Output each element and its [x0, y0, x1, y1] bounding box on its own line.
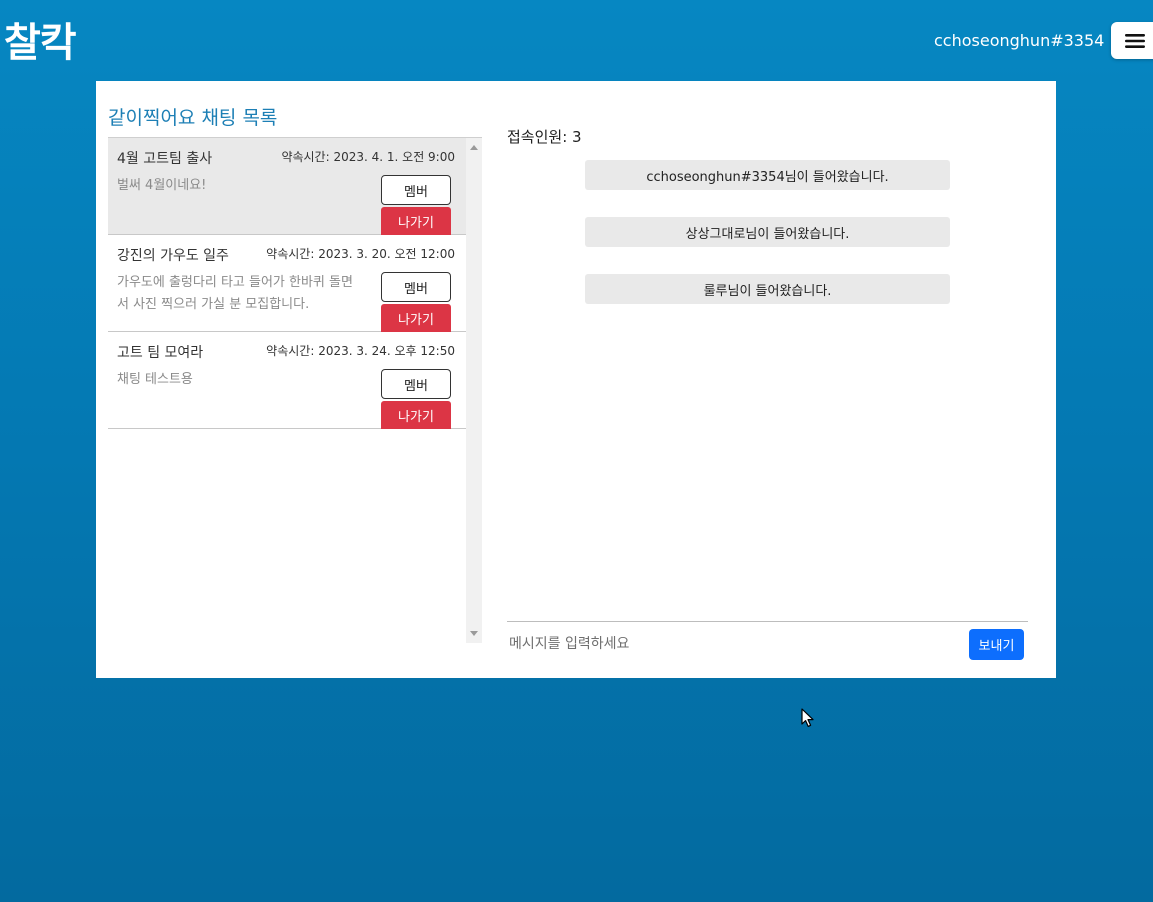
- room-description: 채팅 테스트용: [117, 372, 193, 387]
- chat-list-title: 같이찍어요 채팅 목록: [108, 107, 278, 129]
- room-name: 고트 팀 모여라: [117, 345, 204, 361]
- list-scrollbar[interactable]: [466, 138, 482, 643]
- leave-button[interactable]: 나가기: [381, 207, 451, 235]
- leave-button[interactable]: 나가기: [381, 401, 451, 429]
- participant-count: 접속인원: 3: [507, 128, 582, 146]
- leave-button[interactable]: 나가기: [381, 304, 451, 332]
- room-description: 벌써 4월이네요!: [117, 178, 207, 193]
- member-button[interactable]: 멤버: [381, 369, 451, 399]
- room-name: 강진의 가우도 일주: [117, 248, 229, 264]
- system-message: 상상그대로님이 들어왔습니다.: [585, 217, 950, 247]
- chat-room-item[interactable]: 4월 고트팀 출사 약속시간: 2023. 4. 1. 오전 9:00 벌써 4…: [108, 138, 466, 235]
- mouse-cursor-icon: [801, 708, 814, 727]
- chat-panel: 같이찍어요 채팅 목록 4월 고트팀 출사 약속시간: 2023. 4. 1. …: [96, 81, 1056, 678]
- scroll-up-arrow-icon[interactable]: [470, 145, 478, 150]
- room-time: 약속시간: 2023. 3. 20. 오전 12:00: [266, 247, 455, 261]
- chat-room-list: 4월 고트팀 출사 약속시간: 2023. 4. 1. 오전 9:00 벌써 4…: [108, 137, 482, 643]
- menu-button[interactable]: [1111, 22, 1153, 59]
- app-logo[interactable]: 찰칵: [4, 10, 77, 68]
- chat-room-list-scroll-area: 4월 고트팀 출사 약속시간: 2023. 4. 1. 오전 9:00 벌써 4…: [108, 138, 466, 643]
- message-input[interactable]: [507, 629, 951, 659]
- scroll-down-arrow-icon[interactable]: [470, 631, 478, 636]
- send-button[interactable]: 보내기: [969, 629, 1024, 660]
- user-name: cchoseonghun#3354: [934, 31, 1105, 50]
- system-message: 룰루님이 들어왔습니다.: [585, 274, 950, 304]
- hamburger-menu-icon: [1125, 33, 1145, 48]
- member-button[interactable]: 멤버: [381, 175, 451, 205]
- chat-room-item[interactable]: 고트 팀 모여라 약속시간: 2023. 3. 24. 오후 12:50 채팅 …: [108, 332, 466, 429]
- room-description: 가우도에 출렁다리 타고 들어가 한바퀴 돌면서 사진 찍으러 가실 분 모집합…: [117, 275, 353, 312]
- input-divider: [507, 621, 1028, 622]
- system-message: cchoseonghun#3354님이 들어왔습니다.: [585, 160, 950, 190]
- room-time: 약속시간: 2023. 4. 1. 오전 9:00: [281, 150, 455, 164]
- room-time: 약속시간: 2023. 3. 24. 오후 12:50: [266, 344, 455, 358]
- room-name: 4월 고트팀 출사: [117, 151, 213, 167]
- member-button[interactable]: 멤버: [381, 272, 451, 302]
- chat-room-item[interactable]: 강진의 가우도 일주 약속시간: 2023. 3. 20. 오전 12:00 가…: [108, 235, 466, 332]
